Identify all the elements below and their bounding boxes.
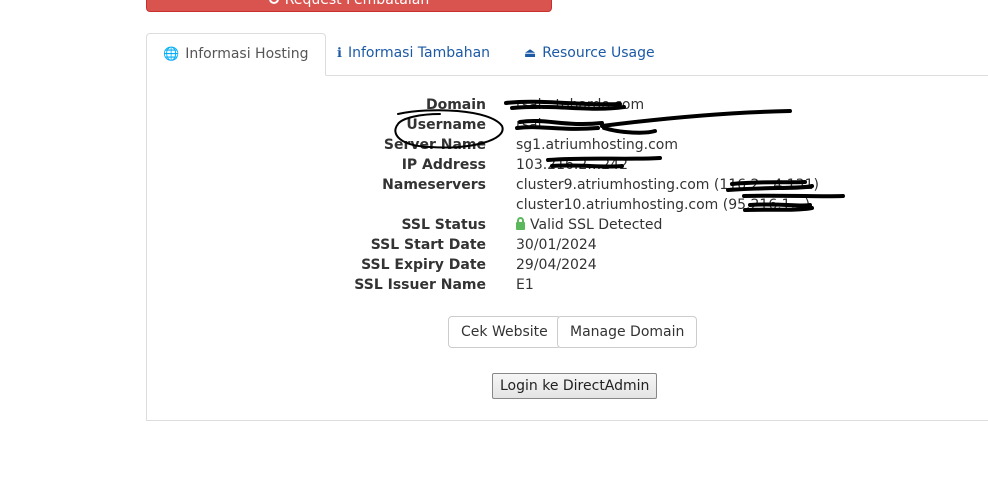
ssl-status-value: Valid SSL Detected: [516, 215, 662, 235]
ssl-expiry-date-value: 29/04/2024: [516, 257, 597, 273]
ssl-status-label: SSL Status: [401, 217, 486, 233]
tab-informasi-tambahan[interactable]: ℹ Informasi Tambahan: [321, 33, 506, 75]
server-name-value: sg1.atriumhosting.com: [516, 137, 678, 153]
ip-address-label: IP Address: [401, 157, 486, 173]
ssl-expiry-date-label: SSL Expiry Date: [361, 257, 486, 273]
check-website-button[interactable]: Cek Website: [448, 316, 561, 348]
ssl-start-date-value: 30/01/2024: [516, 237, 597, 253]
login-directadmin-button[interactable]: Login ke DirectAdmin: [492, 373, 658, 399]
server-name-label: Server Name: [383, 137, 486, 153]
hdd-icon: ⏏: [524, 46, 537, 61]
username-value: rsal…: [516, 117, 556, 133]
tab-bar: 🌐 Informasi Hosting ℹ Informasi Tambahan ⏏…: [146, 33, 988, 76]
globe-icon: 🌐: [163, 47, 180, 62]
domain-value: rsal…tohardo.com: [516, 97, 645, 113]
nameserver-2-value: cluster10.atriumhosting.com (95.216.1…): [516, 197, 811, 213]
manage-domain-button[interactable]: Manage Domain: [557, 316, 698, 348]
lock-icon: [516, 217, 525, 230]
nameserver-1-value: cluster9.atriumhosting.com (116.2…4.131): [516, 177, 819, 193]
ssl-issuer-value: E1: [516, 277, 534, 293]
username-label: Username: [406, 117, 486, 133]
domain-label: Domain: [425, 97, 486, 113]
circle-icon: [268, 0, 279, 4]
nameservers-label: Nameservers: [382, 177, 486, 193]
hosting-info-panel: Domain rsal…tohardo.com Username rsal… S…: [146, 75, 988, 421]
request-cancellation-button[interactable]: Request Pembatalan: [146, 0, 552, 12]
ssl-start-date-label: SSL Start Date: [370, 237, 486, 253]
tab-informasi-hosting[interactable]: 🌐 Informasi Hosting: [146, 33, 326, 76]
info-icon: ℹ: [337, 46, 342, 61]
ssl-issuer-label: SSL Issuer Name: [354, 277, 486, 293]
ip-address-value: 103.216.2…242: [516, 157, 628, 173]
tab-resource-usage[interactable]: ⏏ Resource Usage: [508, 33, 671, 75]
